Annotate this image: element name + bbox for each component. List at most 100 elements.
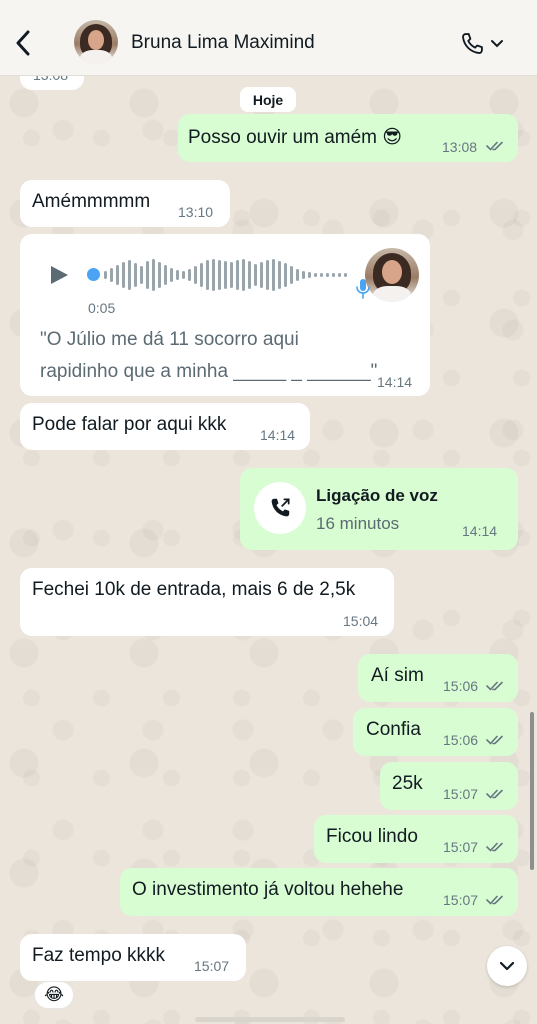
waveform-bar bbox=[296, 269, 299, 281]
waveform-bar bbox=[128, 260, 131, 290]
message-text: Fechei 10k de entrada, mais 6 de 2,5k bbox=[32, 579, 356, 600]
message-text: Pode falar por aqui kkk bbox=[32, 414, 227, 435]
contact-avatar[interactable] bbox=[74, 20, 118, 64]
message-text: Confia bbox=[366, 719, 421, 740]
message-bubble[interactable]: Posso ouvir um amém 😎 13:08 bbox=[178, 114, 518, 162]
outgoing-call-icon bbox=[271, 498, 290, 517]
waveform-bar bbox=[242, 259, 245, 291]
call-icon-badge bbox=[254, 482, 306, 534]
message-time: 15:07 bbox=[194, 958, 230, 974]
message-text: Amémmmmm bbox=[32, 191, 151, 212]
waveform-bar bbox=[176, 270, 179, 280]
message-bubble[interactable]: Ficou lindo 15:07 bbox=[314, 815, 518, 863]
message-bubble[interactable]: Amémmmmm 13:10 bbox=[20, 180, 230, 227]
message-text: Aí sim bbox=[371, 665, 424, 686]
waveform-bar bbox=[332, 273, 335, 277]
waveform-bar bbox=[278, 261, 281, 289]
waveform-bar bbox=[212, 259, 215, 291]
message-time: 15:06 bbox=[443, 732, 479, 748]
message-bubble[interactable]: Fechei 10k de entrada, mais 6 de 2,5k 15… bbox=[20, 568, 394, 636]
chat-header: Bruna Lima Maximind bbox=[0, 0, 537, 76]
chevron-left-icon bbox=[16, 30, 30, 56]
waveform-bar bbox=[344, 273, 347, 277]
voice-call-button[interactable] bbox=[458, 30, 506, 58]
waveform-bar bbox=[146, 261, 149, 289]
waveform-bar bbox=[182, 271, 185, 279]
waveform-bar bbox=[104, 271, 107, 279]
scrollbar[interactable] bbox=[530, 712, 534, 870]
message-text: O investimento já voltou hehehe bbox=[132, 879, 404, 900]
read-ticks-icon bbox=[486, 735, 503, 745]
waveform-bar bbox=[248, 261, 251, 289]
read-ticks-icon bbox=[486, 895, 503, 905]
message-time: 15:06 bbox=[443, 678, 479, 694]
call-duration: 16 minutos bbox=[316, 514, 400, 533]
contact-name[interactable]: Bruna Lima Maximind bbox=[131, 32, 315, 54]
voice-message-bubble[interactable]: 0:05 "O Júlio me dá 11 socorro aqui rapi… bbox=[20, 234, 430, 396]
voice-duration: 0:05 bbox=[88, 300, 116, 316]
waveform-bar bbox=[140, 266, 143, 284]
waveform-bar bbox=[134, 263, 137, 287]
read-ticks-icon bbox=[486, 789, 503, 799]
chevron-down-icon bbox=[499, 961, 515, 971]
waveform-bar bbox=[158, 262, 161, 288]
message-reaction[interactable]: 😂 bbox=[34, 981, 74, 1009]
message-text: 25k bbox=[392, 773, 423, 794]
waveform-bar bbox=[206, 260, 209, 290]
waveform-bar bbox=[254, 264, 257, 286]
message-time: 14:14 bbox=[462, 523, 498, 539]
voice-progress-dot[interactable] bbox=[87, 268, 100, 281]
day-chip: Hoje bbox=[240, 87, 296, 112]
message-bubble[interactable]: Faz tempo kkkk 15:07 bbox=[20, 934, 246, 981]
microphone-icon bbox=[356, 279, 370, 299]
voice-waveform[interactable] bbox=[104, 258, 347, 292]
message-text: Faz tempo kkkk bbox=[32, 945, 166, 966]
voice-call-bubble[interactable]: Ligação de voz 16 minutos 14:14 bbox=[240, 468, 518, 550]
read-ticks-icon bbox=[486, 141, 503, 151]
message-time: 15:07 bbox=[443, 839, 479, 855]
waveform-bar bbox=[326, 273, 329, 277]
waveform-bar bbox=[122, 262, 125, 288]
waveform-bar bbox=[200, 263, 203, 287]
home-indicator bbox=[195, 1017, 345, 1022]
waveform-bar bbox=[164, 265, 167, 285]
read-ticks-icon bbox=[486, 842, 503, 852]
voice-transcript-line-1: "O Júlio me dá 11 socorro aqui bbox=[40, 329, 299, 350]
waveform-bar bbox=[314, 273, 317, 277]
voice-transcript-line-2: rapidinho que a minha _____ _ ______" bbox=[40, 361, 378, 382]
message-time: 15:07 bbox=[443, 892, 479, 908]
voice-sender-avatar bbox=[365, 248, 419, 302]
waveform-bar bbox=[194, 266, 197, 284]
message-time: 13:08 bbox=[442, 139, 478, 155]
play-icon[interactable] bbox=[48, 264, 70, 286]
waveform-bar bbox=[266, 260, 269, 290]
waveform-bar bbox=[260, 262, 263, 288]
message-bubble[interactable]: Aí sim 15:06 bbox=[358, 654, 518, 702]
waveform-bar bbox=[152, 259, 155, 291]
call-title: Ligação de voz bbox=[316, 486, 438, 505]
waveform-bar bbox=[116, 265, 119, 285]
waveform-bar bbox=[302, 271, 305, 279]
waveform-bar bbox=[338, 273, 341, 277]
message-bubble[interactable]: Pode falar por aqui kkk 14:14 bbox=[20, 403, 310, 450]
message-text: Ficou lindo bbox=[326, 826, 418, 847]
waveform-bar bbox=[110, 268, 113, 282]
message-bubble[interactable]: 25k 15:07 bbox=[380, 762, 518, 810]
waveform-bar bbox=[230, 262, 233, 288]
message-time: 14:14 bbox=[260, 427, 296, 443]
waveform-bar bbox=[284, 263, 287, 287]
message-time: 14:14 bbox=[377, 374, 413, 390]
waveform-bar bbox=[308, 272, 311, 278]
message-time: 13:10 bbox=[178, 204, 214, 220]
message-time: 15:07 bbox=[443, 786, 479, 802]
scroll-to-bottom-button[interactable] bbox=[487, 946, 527, 986]
read-ticks-icon bbox=[486, 681, 503, 691]
waveform-bar bbox=[320, 273, 323, 277]
message-time: 15:04 bbox=[343, 613, 379, 629]
message-bubble[interactable]: Confia 15:06 bbox=[353, 708, 518, 756]
message-bubble[interactable]: O investimento já voltou hehehe 15:07 bbox=[120, 868, 518, 916]
back-button[interactable] bbox=[12, 28, 34, 58]
phone-icon bbox=[462, 33, 483, 54]
waveform-bar bbox=[290, 266, 293, 284]
waveform-bar bbox=[272, 259, 275, 291]
